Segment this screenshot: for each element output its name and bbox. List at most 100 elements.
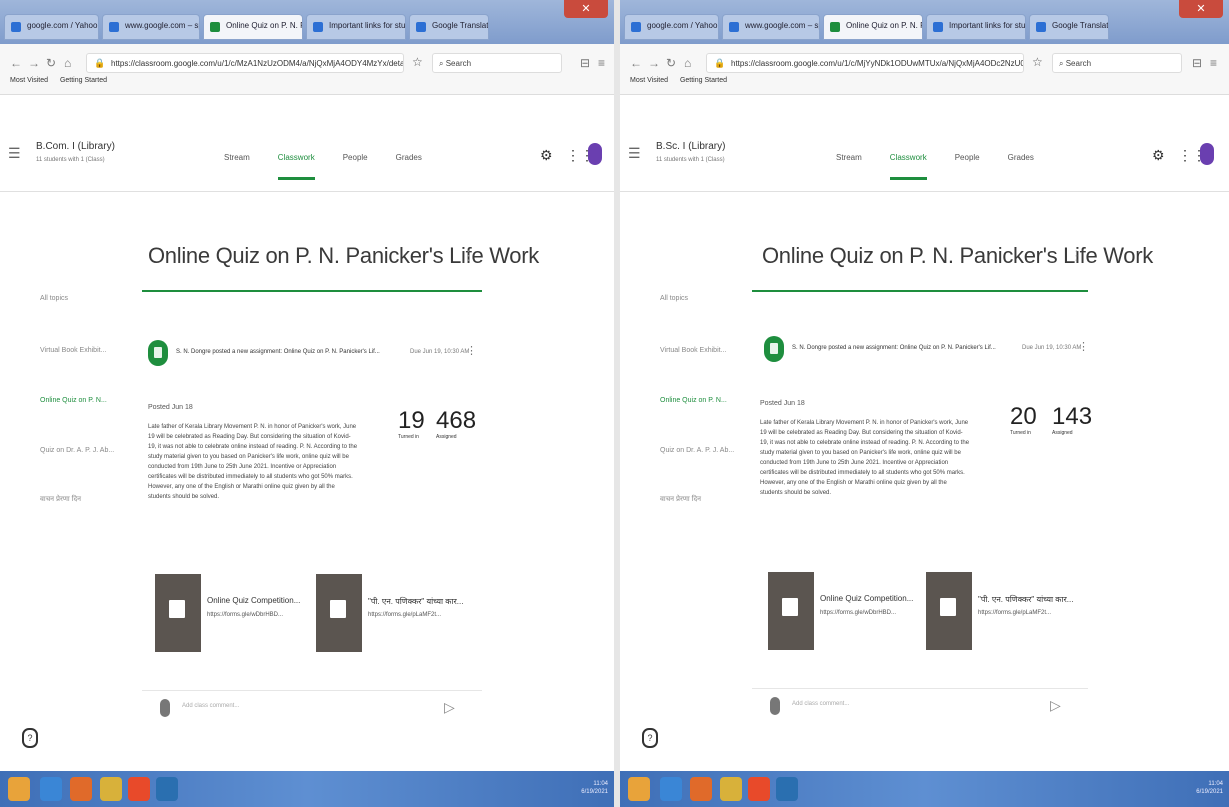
bookmark-star-icon[interactable]: ☆ [412, 55, 423, 69]
chrome-icon[interactable] [128, 777, 150, 801]
url-bar[interactable]: 🔒 https://classroom.google.com/u/1/c/MzA1… [86, 53, 404, 73]
topic-item-active[interactable]: Online Quiz on P. N... [40, 397, 107, 404]
class-title[interactable]: B.Sc. I (Library) [656, 141, 725, 152]
browser-tab[interactable]: google.com / Yahoo Search – [624, 14, 719, 40]
attachment-link: https://forms.gle/pLaMF2t... [978, 610, 1052, 616]
tab-classwork[interactable]: Classwork [277, 153, 315, 180]
browser-tab[interactable]: Google Translate [1029, 14, 1109, 40]
browser-tab-active[interactable]: Online Quiz on P. N. Panicker [203, 14, 303, 40]
forward-icon[interactable]: → [648, 56, 660, 70]
browser-tab[interactable]: google.com / Yahoo Search – [4, 14, 99, 40]
chrome-icon[interactable] [748, 777, 770, 801]
tab-grades[interactable]: Grades [396, 153, 422, 162]
back-icon[interactable]: ← [630, 56, 642, 70]
start-icon[interactable] [8, 777, 30, 801]
attachment-card[interactable]: Online Quiz Competition... https://forms… [155, 574, 305, 652]
word-icon[interactable] [776, 777, 798, 801]
assigned-stat[interactable]: 468 Assigned [436, 408, 476, 441]
more-options-icon[interactable]: ⋮ [462, 248, 475, 264]
firefox-icon[interactable] [70, 777, 92, 801]
avatar[interactable] [588, 143, 602, 165]
browser-tab[interactable]: www.google.com – sparkle – [102, 14, 200, 40]
assigned-label: Assigned [436, 434, 457, 440]
close-window-button[interactable]: ✕ [564, 0, 608, 18]
help-icon[interactable]: ? [22, 728, 38, 748]
library-icon[interactable]: ⊟ [1192, 56, 1202, 70]
topic-all[interactable]: All topics [660, 295, 688, 302]
library-icon[interactable]: ⊟ [580, 56, 590, 70]
assigned-stat[interactable]: 143 Assigned [1052, 404, 1092, 437]
attachment-card[interactable]: "पी. एन. पणिक्कर" यांच्या कार... https:/… [926, 572, 1076, 650]
bookmark-most-visited[interactable]: Most Visited [10, 77, 48, 84]
forward-icon[interactable]: → [28, 56, 40, 70]
hamburger-menu-icon[interactable]: ☰ [8, 145, 21, 162]
firefox-icon[interactable] [690, 777, 712, 801]
bookmark-star-icon[interactable]: ☆ [1032, 55, 1043, 69]
url-bar[interactable]: 🔒 https://classroom.google.com/u/1/c/MjYy… [706, 53, 1024, 73]
post-row[interactable]: S. N. Dongre posted a new assignment: On… [148, 340, 478, 366]
turned-in-stat[interactable]: 19 Turned in [398, 408, 425, 441]
tab-people[interactable]: People [343, 153, 368, 162]
explorer-icon[interactable] [100, 777, 122, 801]
post-more-icon[interactable]: ⋮ [1078, 340, 1089, 353]
tab-stream[interactable]: Stream [224, 153, 250, 162]
ie-icon[interactable] [660, 777, 682, 801]
topic-item-active[interactable]: Online Quiz on P. N... [660, 397, 727, 404]
start-icon[interactable] [628, 777, 650, 801]
class-title[interactable]: B.Com. I (Library) [36, 141, 115, 152]
hamburger-menu-icon[interactable]: ☰ [628, 145, 641, 162]
assignment-icon [148, 340, 168, 366]
send-icon[interactable]: ▷ [444, 699, 455, 716]
home-icon[interactable]: ⌂ [64, 56, 71, 70]
topic-all[interactable]: All topics [40, 295, 68, 302]
browser-tab[interactable]: Important links for students | Clay [306, 14, 406, 40]
attachment-card[interactable]: "पी. एन. पणिक्कर" यांच्या कार... https:/… [316, 574, 466, 652]
reload-icon[interactable]: ↻ [46, 56, 56, 70]
bookmark-getting-started[interactable]: Getting Started [680, 77, 727, 84]
word-icon[interactable] [156, 777, 178, 801]
home-icon[interactable]: ⌂ [684, 56, 691, 70]
topic-item[interactable]: वाचन प्रेरणा दिन [40, 495, 81, 504]
topic-item[interactable]: Virtual Book Exhibit... [40, 347, 106, 354]
menu-icon[interactable]: ≡ [1210, 56, 1217, 70]
help-icon[interactable]: ? [642, 728, 658, 748]
close-window-button[interactable]: ✕ [1179, 0, 1223, 18]
more-options-icon[interactable]: ⋮ [1070, 248, 1083, 264]
reload-icon[interactable]: ↻ [666, 56, 676, 70]
settings-icon[interactable]: ⚙ [1152, 147, 1165, 164]
browser-tab-active[interactable]: Online Quiz on P. N. Panicker [823, 14, 923, 40]
topic-item[interactable]: Quiz on Dr. A. P. J. Ab... [40, 447, 114, 454]
comment-input[interactable]: Add class comment... [182, 703, 239, 709]
browser-tab[interactable]: Google Translate [409, 14, 489, 40]
topic-item[interactable]: Virtual Book Exhibit... [660, 347, 726, 354]
topic-item[interactable]: Quiz on Dr. A. P. J. Ab... [660, 447, 734, 454]
menu-icon[interactable]: ≡ [598, 56, 605, 70]
bookmark-most-visited[interactable]: Most Visited [630, 77, 668, 84]
send-icon[interactable]: ▷ [1050, 697, 1061, 714]
back-icon[interactable]: ← [10, 56, 22, 70]
attachment-card[interactable]: Online Quiz Competition... https://forms… [768, 572, 918, 650]
tab-stream[interactable]: Stream [836, 153, 862, 162]
explorer-icon[interactable] [720, 777, 742, 801]
search-input[interactable]: ⌕ Search [1052, 53, 1182, 73]
tab-favicon-icon [933, 22, 943, 32]
post-row[interactable]: S. N. Dongre posted a new assignment: On… [764, 336, 1090, 362]
tab-people[interactable]: People [955, 153, 980, 162]
turned-in-stat[interactable]: 20 Turned in [1010, 404, 1037, 437]
tab-classwork[interactable]: Classwork [889, 153, 927, 180]
form-thumbnail-icon [155, 574, 201, 652]
comment-input[interactable]: Add class comment... [792, 701, 849, 707]
avatar[interactable] [1200, 143, 1214, 165]
ie-icon[interactable] [40, 777, 62, 801]
classroom-header: ☰ B.Com. I (Library) 11 students with 1 … [0, 95, 614, 192]
browser-tab[interactable]: Important links for students | Clay [926, 14, 1026, 40]
bookmark-getting-started[interactable]: Getting Started [60, 77, 107, 84]
settings-icon[interactable]: ⚙ [540, 147, 553, 164]
attachment-link: https://forms.gle/pLaMF2t... [368, 612, 442, 618]
tab-grades[interactable]: Grades [1008, 153, 1034, 162]
topic-item[interactable]: वाचन प्रेरणा दिन [660, 495, 701, 504]
browser-tab[interactable]: www.google.com – sparkle – [722, 14, 820, 40]
class-tabs: Stream Classwork People Grades [836, 153, 1034, 180]
search-input[interactable]: ⌕ Search [432, 53, 562, 73]
post-more-icon[interactable]: ⋮ [466, 344, 477, 357]
